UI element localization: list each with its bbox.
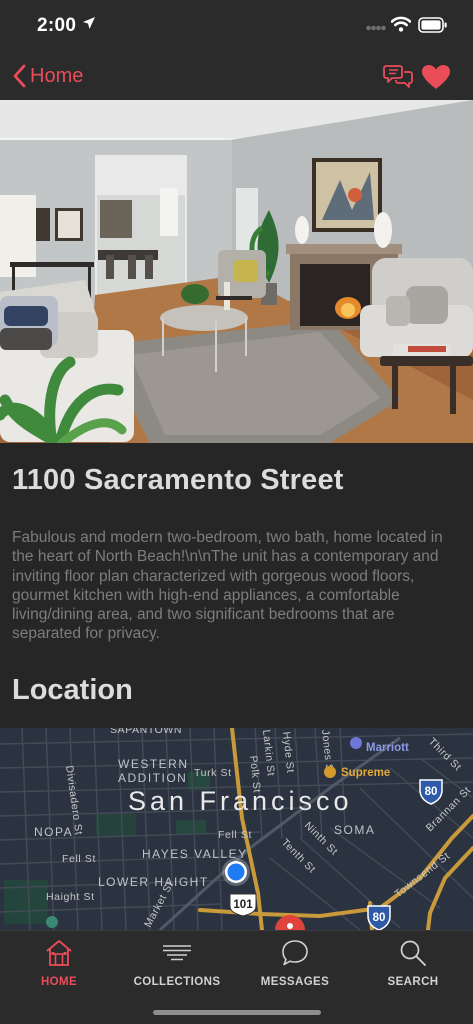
location-heading: Location (12, 674, 133, 706)
listing-title: 1100 Sacramento Street (12, 464, 344, 496)
location-map[interactable]: 80 80 101 SAPANTOWN WESTERN ADDITION Tur… (0, 728, 473, 930)
svg-text:Fell St: Fell St (62, 853, 96, 865)
wifi-icon (391, 16, 411, 32)
svg-text:WESTERN: WESTERN (118, 757, 189, 771)
collections-icon (163, 945, 191, 961)
back-button-label: Home (30, 64, 84, 87)
tab-search-label: SEARCH (387, 976, 439, 988)
svg-text:ADDITION: ADDITION (118, 771, 187, 785)
tab-messages[interactable]: MESSAGES (236, 937, 354, 995)
living-room-photo (0, 100, 473, 443)
home-indicator[interactable] (153, 1010, 321, 1015)
battery-icon (418, 17, 447, 33)
svg-text:NOPA: NOPA (34, 825, 73, 839)
search-icon (400, 940, 426, 966)
svg-text:Marriott: Marriott (366, 742, 409, 754)
heart-icon[interactable] (421, 64, 451, 90)
status-bar: 2:00 (0, 0, 473, 52)
tab-home[interactable]: HOME (0, 937, 118, 995)
svg-text:Haight St: Haight St (46, 891, 95, 903)
svg-text:Turk St: Turk St (194, 767, 232, 779)
chat-icon[interactable] (383, 63, 413, 90)
signal-icon (366, 25, 386, 31)
svg-text:LOWER HAIGHT: LOWER HAIGHT (98, 875, 209, 889)
highway-shield-101: 101 (229, 893, 257, 917)
house-icon (46, 940, 72, 966)
status-time: 2:00 (37, 15, 77, 36)
svg-text:Fell St: Fell St (218, 829, 252, 841)
svg-text:80: 80 (425, 786, 438, 798)
tab-home-label: HOME (40, 976, 78, 988)
hero-photo[interactable] (0, 100, 473, 443)
chevron-left-icon (13, 64, 26, 88)
svg-text:80: 80 (373, 912, 386, 924)
tab-collections-label: COLLECTIONS (133, 976, 221, 988)
map-canvas: 80 80 101 SAPANTOWN WESTERN ADDITION Tur… (0, 728, 473, 930)
tab-search[interactable]: SEARCH (354, 937, 472, 995)
tab-collections[interactable]: COLLECTIONS (118, 937, 236, 995)
svg-text:101: 101 (233, 899, 253, 911)
svg-text:SAPANTOWN: SAPANTOWN (110, 728, 182, 736)
location-arrow-icon (83, 17, 95, 29)
svg-text:San Francisco: San Francisco (128, 786, 353, 816)
svg-text:SOMA: SOMA (334, 823, 375, 837)
message-bubble-icon (282, 940, 308, 966)
svg-text:Supreme: Supreme (341, 767, 390, 779)
back-button[interactable]: Home (12, 62, 83, 90)
navigation-bar: Home (0, 52, 473, 100)
tab-messages-label: MESSAGES (260, 976, 330, 988)
listing-description: Fabulous and modern two-bedroom, two bat… (12, 529, 443, 643)
